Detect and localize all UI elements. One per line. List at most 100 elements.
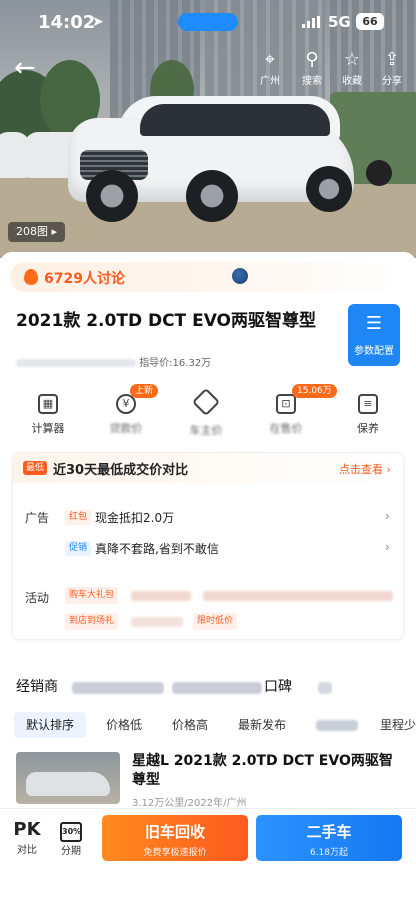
- car-wheel: [306, 166, 352, 212]
- view-more-link[interactable]: 点击查看 ›: [339, 461, 391, 477]
- share-button[interactable]: ⇪ 分享: [374, 49, 410, 88]
- tab-reviews[interactable]: 口碑: [264, 676, 292, 696]
- discussion-bar[interactable]: 6729人讨论: [10, 262, 400, 292]
- activity-tag[interactable]: 限时低价: [193, 613, 238, 630]
- deal-card-header[interactable]: 最低 近30天最低成交价对比 点击查看 ›: [13, 453, 403, 483]
- tool-loan[interactable]: 上新 ¥ 贷款价: [96, 384, 159, 436]
- offer-tag: 促销: [65, 541, 92, 556]
- param-config-button[interactable]: ☰ 参数配置: [348, 304, 400, 366]
- tool-label: 车主价: [189, 424, 223, 437]
- activity-tag[interactable]: 购车大礼包: [65, 587, 119, 604]
- listing-meta: 3.12万公里/2022年/广州: [132, 798, 247, 809]
- trade-in-button[interactable]: 旧车回收 免费享极速报价: [102, 815, 248, 861]
- tool-label: 保养: [357, 422, 379, 435]
- new-badge: 上新: [130, 384, 159, 398]
- discussion-count: 6729人讨论: [44, 271, 125, 287]
- param-config-label: 参数配置: [354, 346, 394, 357]
- car-wheel: [86, 170, 138, 222]
- status-time: 14:02: [38, 12, 96, 33]
- car-front-icon: ⊡: [276, 394, 296, 414]
- avatar: [232, 268, 248, 284]
- blurred-info: [16, 359, 136, 367]
- blurred-info: [72, 682, 164, 694]
- tool-owner-price[interactable]: 车主价: [176, 387, 236, 438]
- bottom-action-bar: PK 对比 30% 分期 旧车回收 免费享极速报价 二手车 6.18万起: [0, 808, 416, 900]
- loan-percent-icon: 30%: [60, 822, 82, 842]
- flame-icon: [24, 269, 38, 285]
- sort-default[interactable]: 默认排序: [14, 712, 87, 738]
- deal-card-title: 近30天最低成交价对比: [53, 463, 189, 478]
- lowest-tag: 最低: [23, 461, 48, 475]
- tool-row: ▦ 计算器 上新 ¥ 贷款价 车主价 15.06万 ⊡ 在售价 ≡ 保养: [0, 384, 416, 440]
- guide-price: 指导价:16.32万: [139, 358, 212, 369]
- signal-icon: [302, 16, 322, 28]
- used-car-button[interactable]: 二手车 6.18万起: [256, 815, 402, 861]
- trade-in-title: 旧车回收: [144, 823, 205, 841]
- star-icon: ☆: [343, 49, 361, 70]
- tab-dealers[interactable]: 经销商: [16, 676, 58, 696]
- favorite-button[interactable]: ☆ 收藏: [334, 49, 370, 88]
- installment-button[interactable]: 30% 分期: [54, 819, 88, 857]
- blurred-info: [131, 617, 183, 627]
- network-type: 5G: [328, 13, 351, 31]
- sliders-icon: ☰: [365, 313, 383, 334]
- sort-price-high[interactable]: 价格高: [160, 712, 220, 738]
- used-car-subtitle: 6.18万起: [309, 848, 349, 858]
- blurred-info: [131, 591, 191, 601]
- listing-title: 星越L 2021款 2.0TD DCT EVO两驱智尊型: [132, 753, 393, 788]
- price-row: 指导价:16.32万: [16, 354, 211, 369]
- battery-icon: 66: [356, 13, 384, 30]
- share-label: 分享: [382, 76, 402, 87]
- share-icon: ⇪: [384, 49, 400, 70]
- chevron-right-icon[interactable]: ›: [385, 540, 390, 554]
- tool-maintenance[interactable]: ≡ 保养: [338, 392, 398, 436]
- truck-wheel: [366, 160, 392, 186]
- blurred-info: [318, 682, 332, 694]
- detail-sheet: 6729人讨论 2021款 2.0TD DCT EVO两驱智尊型 指导价:16.…: [0, 252, 416, 812]
- car-hero-image[interactable]: 14:02 ➤ 5G 66 ← ⌖ 广州 ⚲ 搜索 ☆ 收藏 ⇪ 分享 208图…: [0, 0, 416, 258]
- activity-label: 活动: [25, 591, 50, 605]
- trade-in-subtitle: 免费享极速报价: [143, 848, 207, 858]
- sort-low-mileage[interactable]: 里程少: [368, 712, 416, 738]
- car-thumbnail: [26, 772, 110, 796]
- ad-label: 广告: [25, 511, 50, 525]
- blurred-info: [203, 591, 393, 601]
- price-badge: 15.06万: [292, 384, 337, 398]
- location-arrow-icon: ➤: [92, 14, 104, 30]
- sort-newest[interactable]: 最新发布: [226, 712, 298, 738]
- status-bar: 14:02 ➤ 5G 66: [0, 0, 416, 46]
- sort-price-low[interactable]: 价格低: [94, 712, 154, 738]
- tool-label: 在售价: [269, 422, 303, 435]
- compare-label: 对比: [17, 845, 37, 856]
- search-label: 搜索: [302, 76, 322, 87]
- favorite-label: 收藏: [342, 76, 362, 87]
- tag-icon: [191, 387, 221, 417]
- tool-label: 贷款价: [109, 422, 143, 435]
- tool-calculator[interactable]: ▦ 计算器: [18, 392, 78, 436]
- tool-price[interactable]: 15.06万 ⊡ 在售价: [256, 384, 337, 436]
- deal-card: 最低 近30天最低成交价对比 点击查看 › 广告 红包 现金抵扣2.0万 › 促…: [12, 452, 404, 640]
- tool-label: 计算器: [31, 422, 65, 435]
- offer-text[interactable]: 真降不套路,省到不敢信: [95, 540, 219, 557]
- city-button[interactable]: ⌖ 广州: [252, 50, 288, 88]
- activity-tag[interactable]: 到店到场礼: [65, 613, 119, 630]
- listing-thumbnail: [16, 752, 120, 804]
- compare-button[interactable]: PK 对比: [10, 819, 44, 856]
- offer-tag: 红包: [65, 510, 92, 525]
- view-more-text: 点击查看: [339, 463, 383, 476]
- car-window: [140, 104, 330, 136]
- city-label: 广州: [260, 76, 280, 87]
- used-car-title: 二手车: [306, 823, 352, 841]
- back-arrow-icon[interactable]: ←: [14, 54, 42, 82]
- pk-icon: PK: [13, 819, 41, 840]
- dynamic-island-pill: [178, 13, 238, 31]
- chevron-right-icon[interactable]: ›: [385, 509, 390, 523]
- blurred-info: [316, 720, 358, 731]
- blurred-info: [172, 682, 262, 694]
- listing-item[interactable]: 星越L 2021款 2.0TD DCT EVO两驱智尊型 3.12万公里/202…: [16, 752, 406, 809]
- photo-count-badge[interactable]: 208图 ▸: [8, 222, 66, 242]
- search-icon: ⚲: [305, 49, 319, 70]
- search-button[interactable]: ⚲ 搜索: [294, 49, 330, 88]
- calculator-icon: ▦: [38, 394, 58, 414]
- offer-text[interactable]: 现金抵扣2.0万: [95, 509, 174, 526]
